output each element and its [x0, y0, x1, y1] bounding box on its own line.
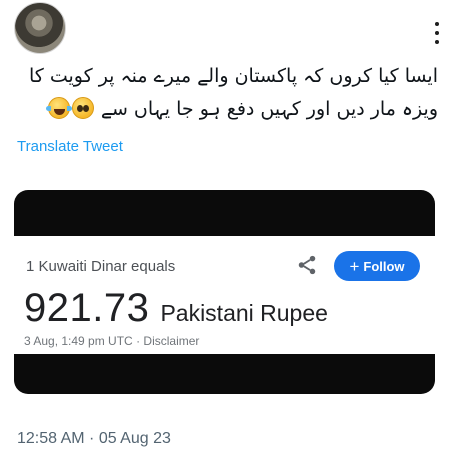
tweet-text-line-2-text: ویزہ مار دیں اور کہیں دفع ہو جا یہاں سے	[100, 98, 438, 120]
tweet-text-line-2: ویزہ مار دیں اور کہیں دفع ہو جا یہاں سے	[10, 93, 438, 126]
tweet-timestamp[interactable]: 12:58 AM · 05 Aug 23	[17, 430, 171, 448]
rate-date: 3 Aug, 1:49 pm UTC	[24, 334, 133, 348]
card-bottom-redaction-bar	[14, 354, 435, 394]
tweet-text: ایسا کیا کروں کہ پاکستان والے میرے منہ پ…	[10, 60, 438, 126]
meta-separator: ·	[132, 334, 144, 348]
rate-currency: Pakistani Rupee	[160, 300, 328, 326]
more-dot	[435, 31, 439, 35]
more-dot	[435, 22, 439, 26]
face-with-tears-of-joy-icon	[45, 97, 72, 119]
card-top-redaction-bar	[14, 190, 435, 236]
rate-value: 921.73	[24, 286, 150, 330]
rate-row: 921.73 Pakistani Rupee	[24, 286, 328, 331]
plus-icon: +	[349, 256, 360, 276]
pleading-face-icon	[71, 97, 94, 119]
follow-label: Follow	[363, 258, 405, 274]
currency-card: 1 Kuwaiti Dinar equals + Follow 921.73 P…	[14, 190, 435, 394]
disclaimer-link[interactable]: Disclaimer	[143, 334, 199, 348]
tweet-text-line-1: ایسا کیا کروں کہ پاکستان والے میرے منہ پ…	[28, 65, 438, 87]
translate-tweet-link[interactable]: Translate Tweet	[17, 138, 123, 155]
avatar[interactable]	[14, 2, 66, 54]
more-options-icon[interactable]	[434, 22, 440, 44]
rate-meta: 3 Aug, 1:49 pm UTC · Disclaimer	[24, 334, 199, 348]
follow-button[interactable]: + Follow	[334, 251, 420, 281]
more-dot	[435, 40, 439, 44]
share-icon[interactable]	[296, 254, 318, 276]
conversion-from-label: 1 Kuwaiti Dinar equals	[26, 258, 176, 275]
